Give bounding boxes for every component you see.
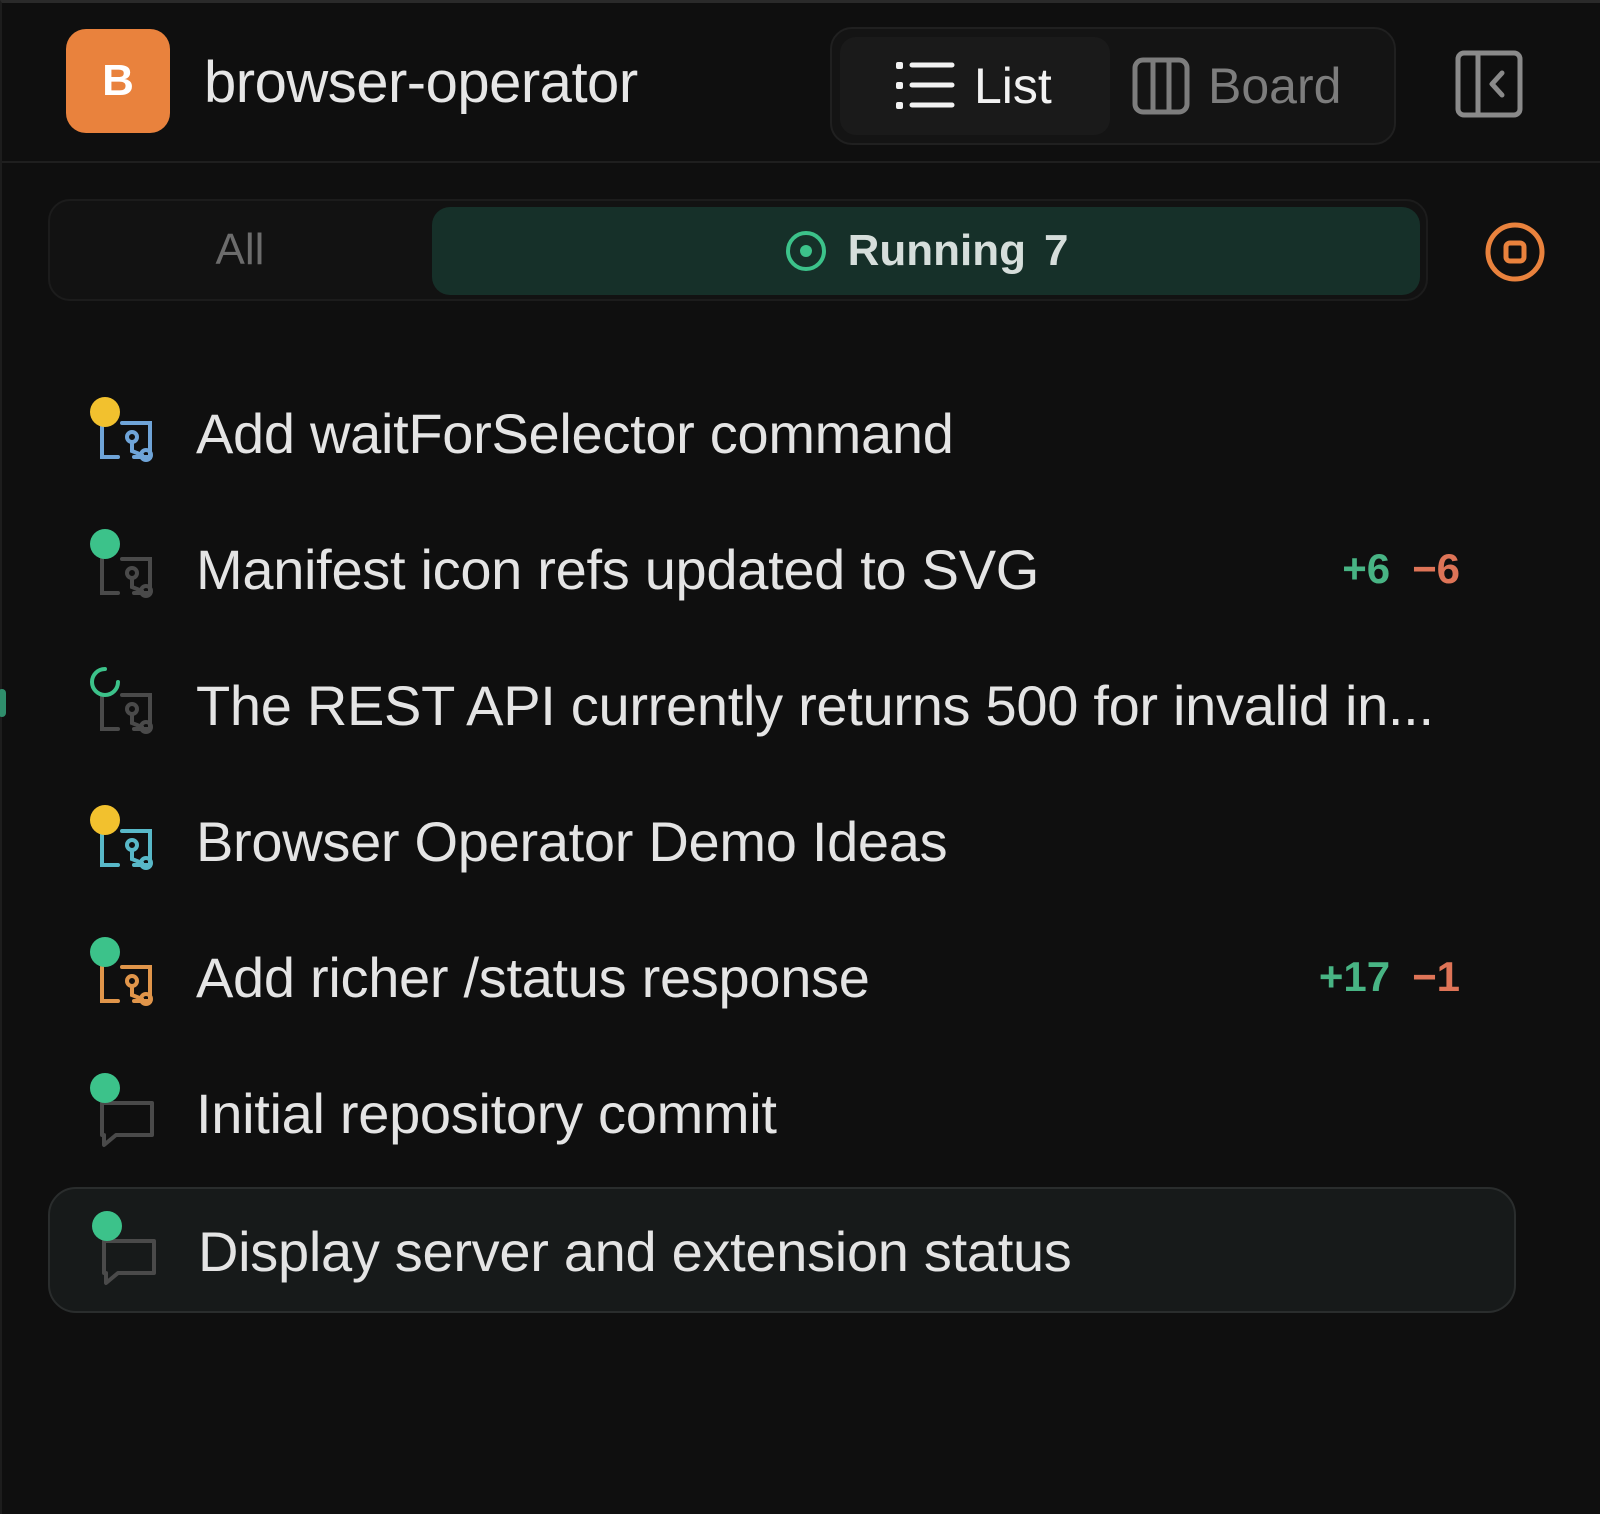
diff-additions: +17: [1318, 953, 1391, 1000]
collapse-sidebar-button[interactable]: [1454, 49, 1524, 119]
task-title: Add waitForSelector command: [196, 402, 954, 465]
status-dot-yellow-icon: [90, 397, 120, 427]
git-pull-request-icon: [88, 665, 168, 745]
board-view-button[interactable]: Board: [1120, 37, 1390, 135]
project-name[interactable]: browser-operator: [204, 49, 638, 116]
stop-all-button[interactable]: [1484, 221, 1546, 283]
status-dot-green-icon: [90, 529, 120, 559]
board-view-label: Board: [1208, 58, 1342, 114]
running-status-icon: [785, 231, 826, 271]
task-list-item[interactable]: Initial repository commit: [48, 1051, 1516, 1177]
git-pull-request-icon: [88, 801, 168, 881]
git-pull-request-icon: [88, 937, 168, 1017]
list-view-button[interactable]: List: [840, 37, 1110, 135]
task-list-item[interactable]: Manifest icon refs updated to SVG +6 −6: [48, 507, 1516, 633]
chat-bubble-icon: [88, 1073, 168, 1153]
task-title: Add richer /status response: [196, 946, 870, 1009]
tab-running-count: 7: [1043, 226, 1069, 275]
diff-stats: +17 −1: [1319, 953, 1460, 1001]
diff-stats: +6 −6: [1342, 545, 1460, 593]
task-sidebar-panel: B browser-operator List Board All Runnin…: [0, 0, 1600, 1514]
diff-deletions: −6: [1412, 545, 1460, 592]
tab-all[interactable]: All: [50, 201, 430, 299]
task-list-item[interactable]: The REST API currently returns 500 for i…: [48, 643, 1516, 769]
tab-running[interactable]: Running 7: [432, 207, 1420, 295]
status-dot-yellow-icon: [90, 805, 120, 835]
diff-additions: +6: [1342, 545, 1391, 592]
task-list-item[interactable]: Browser Operator Demo Ideas: [48, 779, 1516, 905]
sidebar-header: B browser-operator List Board: [2, 3, 1600, 163]
task-list-item[interactable]: Display server and extension status: [48, 1187, 1516, 1313]
task-title: Manifest icon refs updated to SVG: [196, 538, 1040, 601]
task-title: The REST API currently returns 500 for i…: [196, 674, 1434, 737]
loading-spinner-icon: [88, 665, 122, 704]
tab-running-label: Running: [847, 226, 1026, 275]
view-mode-toggle: List Board: [830, 27, 1396, 145]
resize-handle[interactable]: [0, 689, 6, 717]
status-dot-green-icon: [90, 937, 120, 967]
list-icon: [896, 62, 955, 109]
task-list-item[interactable]: Add waitForSelector command: [48, 371, 1516, 497]
status-dot-green-icon: [90, 1073, 120, 1103]
list-view-label: List: [974, 58, 1052, 114]
task-title: Browser Operator Demo Ideas: [196, 810, 948, 873]
status-filter-tabs: All Running 7: [48, 199, 1428, 301]
task-title: Initial repository commit: [196, 1082, 777, 1145]
project-avatar[interactable]: B: [66, 29, 170, 133]
git-pull-request-icon: [88, 529, 168, 609]
stop-circle-icon: [1485, 222, 1545, 282]
task-list-item[interactable]: Add richer /status response +17 −1: [48, 915, 1516, 1041]
board-columns-icon: [1132, 57, 1190, 115]
sidebar-collapse-icon: [1455, 50, 1523, 118]
chat-bubble-icon: [90, 1211, 170, 1291]
status-dot-green-icon: [92, 1211, 122, 1241]
task-title: Display server and extension status: [198, 1220, 1072, 1283]
diff-deletions: −1: [1412, 953, 1460, 1000]
git-pull-request-icon: [88, 393, 168, 473]
